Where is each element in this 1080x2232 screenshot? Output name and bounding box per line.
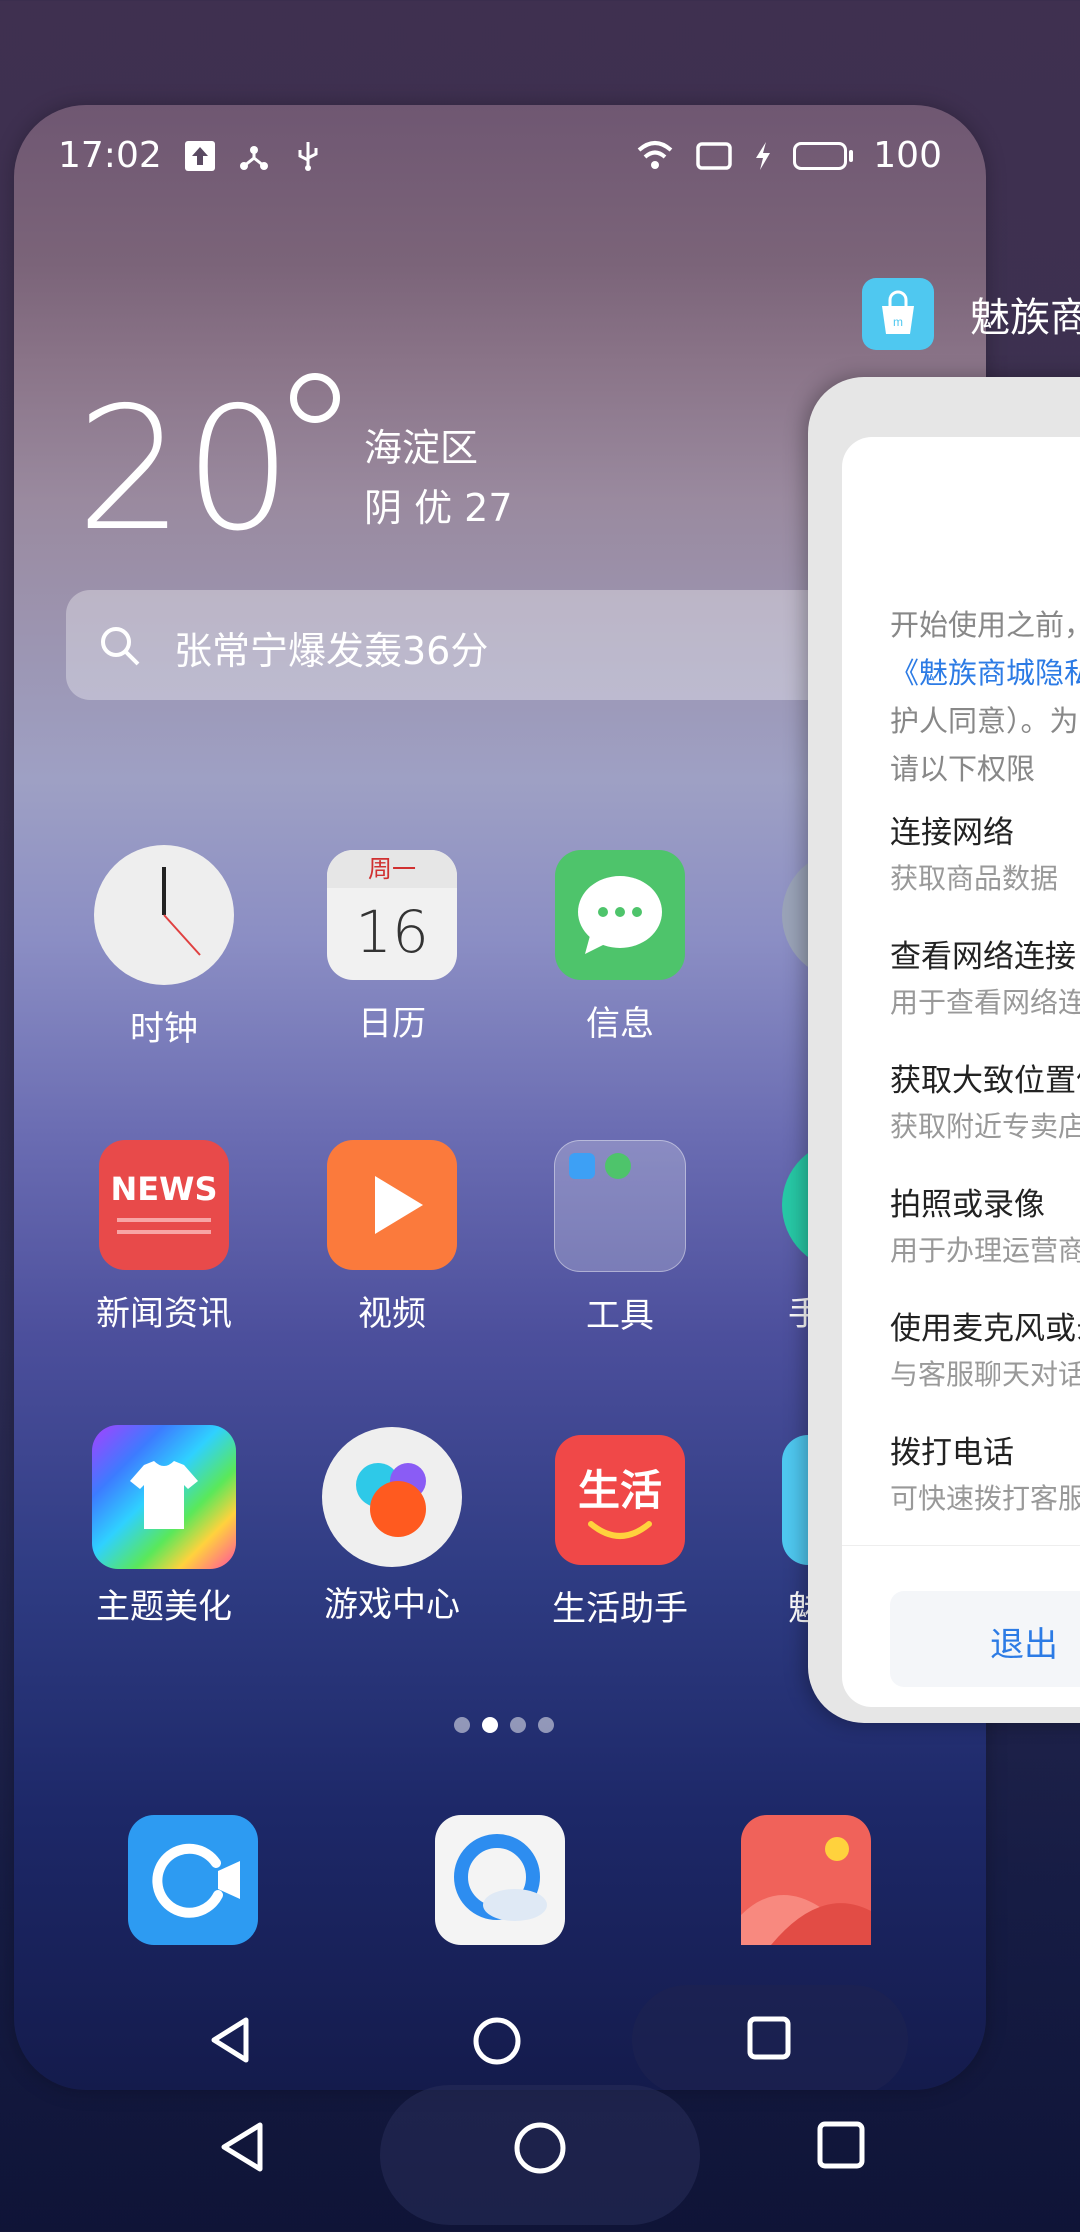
app-theme[interactable]: 主题美化 [64, 1425, 264, 1628]
camera-app-icon[interactable] [128, 1815, 258, 1945]
app-label: 信息 [586, 1004, 654, 1044]
life-assistant-icon: 生活 [555, 1435, 685, 1565]
svg-text:m: m [893, 315, 903, 329]
store-app-icon: m [862, 278, 934, 350]
recents-icon[interactable] [746, 2015, 792, 2061]
app-game-center[interactable]: 游戏中心 [292, 1427, 492, 1626]
app-label: 新闻资讯 [96, 1294, 232, 1334]
app-life-assistant[interactable]: 生活 生活助手 [520, 1435, 720, 1630]
weather-condition: 阴 优 27 [364, 486, 513, 530]
app-label: 日历 [358, 1004, 426, 1044]
page-dot-active [482, 1717, 498, 1733]
store-app-title: 魅族商 [970, 295, 1080, 341]
tethering-icon [239, 145, 268, 170]
permission-desc: 用于查看网络连 [890, 986, 1080, 1019]
cast-icon [696, 141, 733, 170]
degree-symbol [290, 373, 340, 423]
usb-icon [298, 141, 318, 171]
system-recents-icon[interactable] [816, 2120, 866, 2170]
permission-desc: 获取商品数据 [890, 862, 1059, 895]
calendar-weekday: 周一 [327, 850, 457, 888]
exit-button[interactable]: 退出 [890, 1591, 1080, 1687]
permission-intro: 开始使用之前， 《魅族商城隐私 护人同意）。为 请以下权限 [890, 601, 1080, 793]
charging-icon [756, 141, 771, 170]
permission-desc: 与客服聊天对话 [890, 1358, 1080, 1391]
calendar-day: 16 [355, 898, 429, 966]
browser-icon[interactable] [435, 1815, 565, 1945]
app-label: 生活助手 [552, 1589, 688, 1629]
gallery-icon[interactable] [741, 1815, 871, 1945]
privacy-policy-link[interactable]: 《魅族商城隐私 [890, 649, 1080, 697]
app-news[interactable]: NEWS 新闻资讯 [64, 1140, 264, 1335]
wifi-icon [637, 140, 673, 169]
permission-desc: 获取附近专卖店 [890, 1110, 1080, 1143]
search-icon [101, 627, 140, 666]
permission-title: 连接网络 [890, 815, 1014, 851]
store-app-header: m 魅族商 [862, 278, 1080, 350]
page-indicator [454, 1717, 554, 1733]
theme-icon [92, 1425, 236, 1569]
app-video[interactable]: 视频 [292, 1140, 492, 1335]
app-label: 游戏中心 [324, 1585, 460, 1625]
clock-time: 17:02 [58, 135, 162, 176]
search-hotword: 张常宁爆发轰36分 [174, 629, 489, 673]
back-icon[interactable] [206, 2015, 254, 2065]
battery-icon [793, 141, 854, 170]
page-dot [538, 1717, 554, 1733]
store-app-card[interactable]: 开始使用之前， 《魅族商城隐私 护人同意）。为 请以下权限 连接网络 获取商品数… [808, 377, 1080, 1723]
permission-title: 拨打电话 [890, 1435, 1014, 1471]
app-label: 工具 [586, 1296, 654, 1336]
page-dot [510, 1717, 526, 1733]
intro-text: 开始使用之前， [890, 608, 1080, 642]
clock-icon [94, 845, 234, 985]
permission-dialog: 开始使用之前， 《魅族商城隐私 护人同意）。为 请以下权限 连接网络 获取商品数… [842, 437, 1080, 1707]
exit-label: 退出 [990, 1625, 1058, 1665]
app-tools-folder[interactable]: 工具 [520, 1140, 720, 1337]
home-icon[interactable] [471, 2015, 523, 2067]
app-clock[interactable]: 时钟 [64, 845, 264, 1050]
system-back-icon[interactable] [216, 2120, 268, 2174]
battery-level: 100 [873, 135, 942, 176]
temperature: 20 [76, 371, 293, 569]
permission-title: 获取大致位置信 [890, 1063, 1080, 1099]
permission-desc: 用于办理运营商 [890, 1234, 1080, 1267]
permission-title: 使用麦克风或录 [890, 1311, 1080, 1347]
app-messages[interactable]: 信息 [520, 850, 720, 1045]
game-center-icon [322, 1427, 462, 1567]
messages-icon [555, 850, 685, 980]
calendar-icon: 周一 16 [327, 850, 457, 980]
news-badge: NEWS [110, 1170, 218, 1208]
status-bar: 17:02 100 [58, 135, 942, 195]
permission-title: 拍照或录像 [890, 1187, 1045, 1223]
intro-text: 请以下权限 [890, 752, 1036, 786]
weather-location: 海淀区 [364, 426, 479, 470]
permission-title: 查看网络连接 [890, 939, 1076, 975]
upload-icon [184, 140, 215, 171]
app-label: 视频 [358, 1294, 426, 1334]
news-icon: NEWS [99, 1140, 229, 1270]
video-icon [327, 1140, 457, 1270]
page-dot [454, 1717, 470, 1733]
intro-text: 护人同意）。为 [890, 704, 1079, 738]
divider [842, 1545, 1080, 1546]
life-tile-text: 生活 [577, 1466, 662, 1515]
app-calendar[interactable]: 周一 16 日历 [292, 850, 492, 1045]
system-home-icon[interactable] [512, 2120, 568, 2176]
tools-folder-icon [554, 1140, 686, 1272]
permission-desc: 可快速拨打客服 [890, 1482, 1080, 1515]
app-label: 时钟 [130, 1009, 198, 1049]
app-label: 主题美化 [96, 1587, 232, 1627]
